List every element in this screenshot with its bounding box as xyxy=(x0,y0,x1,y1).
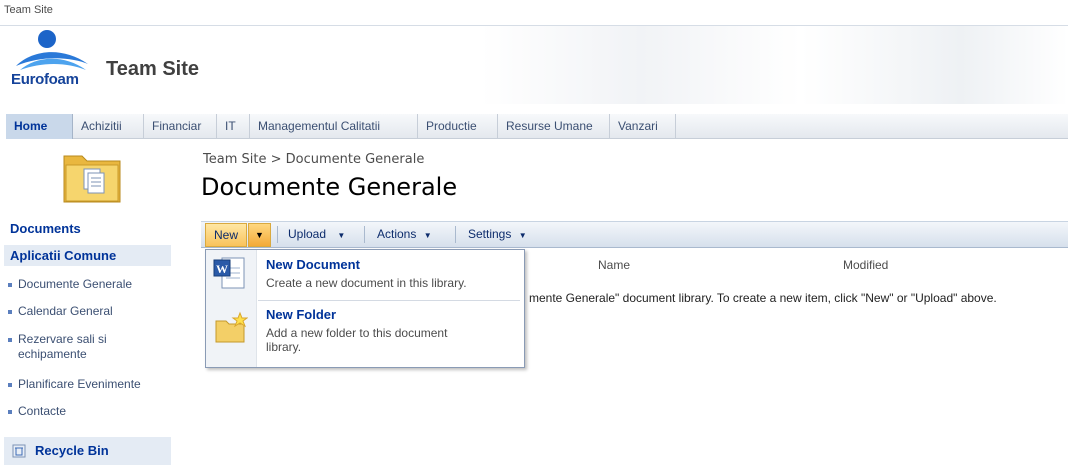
new-document-description: Create a new document in this library. xyxy=(266,276,467,290)
settings-button[interactable]: Settings ▼ xyxy=(468,222,527,247)
top-navigation: Home Achizitii Financiar IT Managementul… xyxy=(6,114,1068,139)
new-folder-item[interactable]: New Folder xyxy=(266,307,336,322)
document-library-folder-icon xyxy=(63,155,121,203)
actions-button[interactable]: Actions ▼ xyxy=(377,222,432,247)
bullet-icon xyxy=(8,283,12,287)
column-header-name[interactable]: Name xyxy=(598,258,630,272)
nav-tab-achizitii[interactable]: Achizitii xyxy=(73,114,144,139)
new-folder-description: Add a new folder to this document xyxy=(266,326,448,340)
settings-label: Settings xyxy=(468,227,512,241)
menu-divider xyxy=(258,300,520,301)
bullet-icon xyxy=(8,383,12,387)
bullet-icon xyxy=(8,410,12,414)
new-document-item[interactable]: New Document xyxy=(266,257,360,272)
nav-tab-vanzari[interactable]: Vanzari xyxy=(610,114,676,139)
ql-aplicatii-comune-heading[interactable]: Aplicatii Comune xyxy=(4,245,171,266)
nav-tab-resurse-umane[interactable]: Resurse Umane xyxy=(498,114,610,139)
toolbar-separator xyxy=(277,226,278,243)
breadcrumb[interactable]: Team Site > Documente Generale xyxy=(203,152,424,167)
bullet-icon xyxy=(8,338,12,342)
upload-label: Upload xyxy=(288,227,327,241)
toolbar-separator xyxy=(455,226,456,243)
word-document-icon[interactable]: W xyxy=(212,256,248,292)
bullet-icon xyxy=(8,310,12,314)
nav-tab-financiar[interactable]: Financiar xyxy=(144,114,217,139)
column-header-modified[interactable]: Modified xyxy=(843,258,888,272)
ql-documents-heading[interactable]: Documents xyxy=(4,218,171,239)
page-title: Documente Generale xyxy=(201,173,458,201)
new-button[interactable]: New xyxy=(205,223,247,247)
actions-label: Actions xyxy=(377,227,417,241)
ql-item-contacte[interactable]: Contacte xyxy=(18,404,66,419)
chevron-down-icon: ▼ xyxy=(423,231,432,240)
nav-tab-it[interactable]: IT xyxy=(217,114,250,139)
chevron-down-icon: ▼ xyxy=(518,231,527,240)
nav-tab-home[interactable]: Home xyxy=(6,114,73,139)
ql-item-rezervare-sali[interactable]: Rezervare sali si xyxy=(18,332,107,347)
logo-text[interactable]: Eurofoam xyxy=(11,71,79,88)
empty-library-message: mente Generale" document library. To cre… xyxy=(529,291,997,305)
upload-button[interactable]: Upload ▼ xyxy=(288,222,345,247)
ql-item-planificare-evenimente[interactable]: Planificare Evenimente xyxy=(18,377,141,392)
eurofoam-logo-icon[interactable] xyxy=(14,30,94,74)
ql-item-rezervare-sali-line2[interactable]: echipamente xyxy=(18,347,87,362)
ql-item-documente-generale[interactable]: Documente Generale xyxy=(18,277,132,292)
top-site-link[interactable]: Team Site xyxy=(4,4,53,16)
new-folder-description-line2: library. xyxy=(266,340,302,354)
site-title[interactable]: Team Site xyxy=(106,58,199,81)
global-top-bar: Team Site xyxy=(0,0,1068,26)
recycle-bin-icon[interactable] xyxy=(12,444,26,458)
chevron-down-icon: ▼ xyxy=(337,231,346,240)
nav-tab-managementul-calitatii[interactable]: Managementul Calitatii xyxy=(250,114,418,139)
recycle-bin-link[interactable]: Recycle Bin xyxy=(35,443,109,458)
new-dropdown-arrow-icon[interactable]: ▼ xyxy=(248,223,271,247)
new-folder-icon[interactable] xyxy=(214,311,248,345)
svg-text:W: W xyxy=(216,262,228,276)
nav-tab-productie[interactable]: Productie xyxy=(418,114,498,139)
ql-item-calendar-general[interactable]: Calendar General xyxy=(18,304,113,319)
toolbar-separator xyxy=(364,226,365,243)
